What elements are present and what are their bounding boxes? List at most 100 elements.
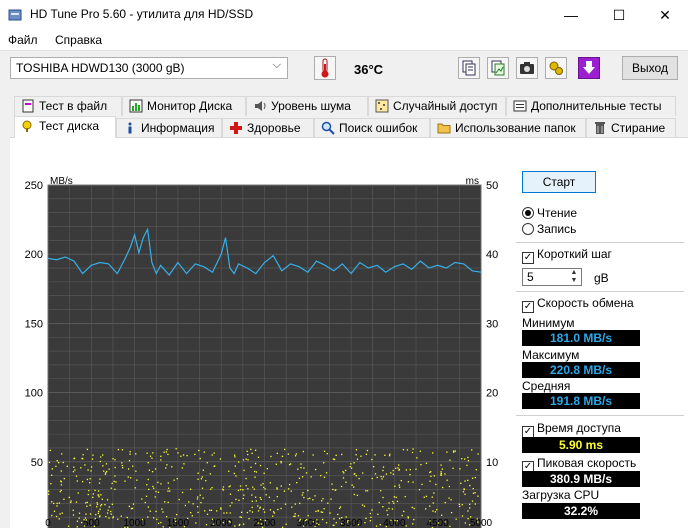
- access-time-point: [270, 455, 272, 458]
- access-time-point: [70, 501, 72, 504]
- access-time-point: [252, 486, 254, 488]
- write-radio[interactable]: Запись: [522, 222, 576, 238]
- access-time-point: [251, 506, 253, 509]
- access-time-point: [464, 493, 466, 495]
- tab-erase[interactable]: Стирание: [586, 118, 676, 138]
- tab-benchmark[interactable]: Тест диска: [14, 116, 116, 138]
- access-time-point: [345, 481, 347, 483]
- access-time-point: [477, 495, 479, 497]
- access-time-point: [145, 495, 148, 497]
- tab-information[interactable]: Информация: [116, 118, 222, 138]
- copy-image-button[interactable]: [487, 57, 509, 79]
- access-time-point: [298, 477, 301, 480]
- exit-button[interactable]: Выход: [622, 56, 678, 80]
- access-time-point: [160, 483, 162, 485]
- y-left-tick-label: 50: [31, 457, 43, 469]
- access-time-point: [98, 494, 100, 496]
- access-time-point: [433, 475, 435, 477]
- checkmark-icon: ✓: [522, 252, 534, 264]
- menu-file[interactable]: Файл: [8, 33, 38, 47]
- cpu-usage-value: 32.2%: [522, 503, 640, 519]
- access-time-point: [345, 516, 347, 518]
- access-time-point: [251, 500, 253, 502]
- transfer-rate-checkbox[interactable]: ✓ Скорость обмена: [522, 296, 634, 313]
- access-time-point: [398, 469, 400, 471]
- access-time-point: [83, 519, 85, 521]
- access-time-point: [245, 458, 247, 460]
- spin-up-icon[interactable]: ▲: [567, 269, 581, 277]
- read-radio[interactable]: Чтение: [522, 206, 577, 222]
- access-time-point: [101, 498, 103, 500]
- tab-error-scan[interactable]: Поиск ошибок: [314, 118, 430, 138]
- access-time-point: [316, 519, 318, 521]
- access-time-point: [333, 518, 335, 520]
- access-time-point: [84, 517, 87, 519]
- tab-random-access[interactable]: Случайный доступ: [368, 96, 506, 116]
- y-left-tick-label: 250: [25, 180, 43, 192]
- close-button[interactable]: ✕: [642, 2, 688, 28]
- access-time-point: [461, 504, 463, 506]
- access-time-point: [234, 465, 237, 467]
- access-time-point: [228, 486, 230, 488]
- access-time-point: [94, 489, 96, 492]
- menu-help[interactable]: Справка: [55, 33, 102, 47]
- tab-health[interactable]: Здоровье: [222, 118, 314, 138]
- access-time-point: [433, 492, 435, 494]
- access-time-point: [396, 520, 398, 522]
- access-time-point: [73, 457, 75, 460]
- copy-text-button[interactable]: [458, 57, 480, 79]
- access-time-point: [245, 485, 247, 487]
- access-time-point: [263, 472, 265, 474]
- y-left-tick-label: 100: [25, 388, 43, 400]
- access-time-point: [364, 521, 366, 524]
- access-time-point: [321, 511, 324, 513]
- tab-extra-tests[interactable]: Дополнительные тесты: [506, 96, 676, 116]
- access-time-point: [287, 453, 289, 455]
- access-time-point: [310, 476, 312, 478]
- minimize-button[interactable]: —: [548, 2, 594, 28]
- access-time-checkbox[interactable]: ✓ Время доступа: [522, 421, 621, 438]
- short-stroke-stepper[interactable]: 5 ▲ ▼: [522, 268, 582, 286]
- access-time-point: [181, 467, 183, 469]
- burst-rate-checkbox[interactable]: ✓ Пиковая скорость: [522, 456, 636, 473]
- access-time-point: [211, 518, 214, 520]
- tab-folder-usage[interactable]: Использование папок: [430, 118, 586, 138]
- screenshot-button[interactable]: [516, 57, 538, 79]
- tab-disk-monitor[interactable]: Монитор Диска: [122, 96, 246, 116]
- access-time-point: [353, 486, 355, 488]
- spin-down-icon[interactable]: ▼: [567, 277, 581, 285]
- access-time-point: [211, 454, 213, 456]
- access-time-point: [394, 519, 396, 522]
- access-time-point: [87, 493, 89, 496]
- drive-select[interactable]: TOSHIBA HDWD130 (3000 gB) ⌵: [10, 57, 288, 79]
- tab-file-benchmark[interactable]: Тест в файл: [14, 96, 122, 116]
- short-stroke-checkbox[interactable]: ✓ Короткий шаг: [522, 247, 612, 264]
- access-time-point: [463, 488, 465, 491]
- access-time-point: [370, 516, 372, 518]
- access-time-point: [216, 510, 218, 512]
- access-time-point: [134, 487, 136, 489]
- access-time-point: [120, 515, 122, 517]
- access-time-point: [67, 525, 70, 527]
- access-time-point: [245, 477, 247, 480]
- access-time-point: [78, 512, 81, 514]
- access-time-point: [149, 455, 152, 457]
- x-tick-label: 5000: [470, 518, 493, 528]
- access-time-point: [73, 466, 75, 468]
- benchmark-icon: [22, 120, 32, 132]
- options-button[interactable]: [545, 57, 567, 79]
- tab-noise-level[interactable]: Уровень шума: [246, 96, 368, 116]
- save-download-button[interactable]: [578, 57, 600, 79]
- access-time-point: [96, 503, 99, 506]
- access-time-point: [467, 518, 469, 520]
- access-time-point: [290, 490, 292, 492]
- access-time-point: [382, 469, 384, 472]
- access-time-point: [99, 505, 102, 507]
- start-button[interactable]: Старт: [522, 171, 596, 193]
- access-time-point: [210, 488, 212, 490]
- min-value: 181.0 MB/s: [522, 330, 640, 346]
- access-time-point: [260, 484, 262, 486]
- access-time-point: [104, 503, 106, 506]
- maximize-button[interactable]: ☐: [596, 2, 642, 28]
- access-time-point: [149, 510, 151, 512]
